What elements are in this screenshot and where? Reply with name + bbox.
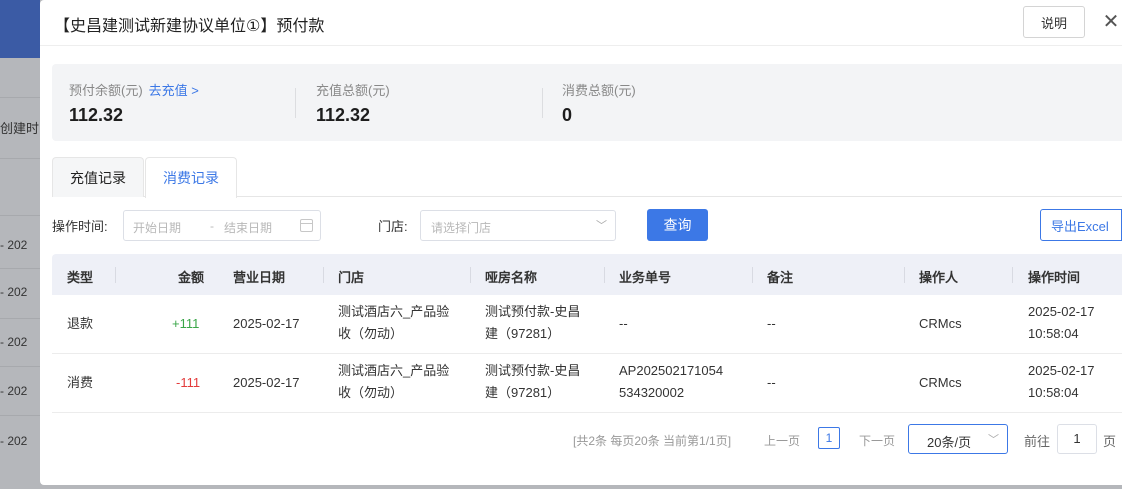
goto-page-input[interactable]: 1 xyxy=(1057,424,1097,454)
export-excel-button[interactable]: 导出Excel xyxy=(1040,209,1122,241)
end-date-input[interactable]: 结束日期 xyxy=(224,219,272,236)
cell-operation-time: 2025-02-17 10:58:04 xyxy=(1028,304,1095,341)
column-header-type: 类型 xyxy=(67,270,94,285)
prev-page-button[interactable]: 上一页 xyxy=(764,432,800,449)
store-select-placeholder: 请选择门店 xyxy=(431,221,492,235)
background-divider xyxy=(0,158,40,159)
column-header-operator: 操作人 xyxy=(919,270,959,285)
cell-business-date: 2025-02-17 xyxy=(233,316,300,331)
cell-store: 测试酒店六_产品验 收（勿动） xyxy=(338,363,450,400)
cell-operator: CRMcs xyxy=(919,375,962,390)
background-row: - 202 xyxy=(0,335,28,349)
close-icon[interactable]: ✕ xyxy=(1100,9,1122,35)
record-tabs: 充值记录 消费记录 xyxy=(52,157,1122,198)
column-separator xyxy=(752,267,753,283)
recharge-link[interactable]: 去充值 > xyxy=(149,83,199,98)
balance-label: 预付余额(元) xyxy=(69,83,143,98)
table-row: 消费 -111 2025-02-17 测试酒店六_产品验 收（勿动） 测试预付款-… xyxy=(52,354,1122,413)
consume-total-value: 0 xyxy=(562,105,573,125)
background-divider xyxy=(0,268,40,269)
next-page-button[interactable]: 下一页 xyxy=(859,432,895,449)
dialog-header: 【史昌建测试新建协议单位①】预付款 说明 ✕ xyxy=(40,0,1122,46)
column-header-operation-time: 操作时间 xyxy=(1028,270,1081,285)
column-separator xyxy=(904,267,905,283)
column-separator xyxy=(604,267,605,283)
column-header-store: 门店 xyxy=(338,270,365,285)
pagination: [共2条 每页20条 当前第1/1页] 上一页 1 下一页 20条/页 ﹀ 前往… xyxy=(52,424,1122,456)
cell-operation-time: 2025-02-17 10:58:04 xyxy=(1028,363,1095,400)
goto-label: 前往 xyxy=(1024,434,1051,449)
column-separator xyxy=(1012,267,1013,283)
background-row: - 202 xyxy=(0,285,28,299)
cell-operator: CRMcs xyxy=(919,316,962,331)
recharge-total-value: 112.32 xyxy=(316,105,371,125)
cell-type: 消费 xyxy=(67,375,94,390)
cell-type: 退款 xyxy=(67,316,94,331)
recharge-total-item: 充值总额(元) 112.32 xyxy=(316,80,390,126)
balance-summary: 预付余额(元) 去充值 > 112.32 充值总额(元) 112.32 消费总额(… xyxy=(52,64,1122,141)
column-header-order-no: 业务单号 xyxy=(619,270,672,285)
column-header-remark: 备注 xyxy=(767,270,794,285)
background-divider xyxy=(0,318,40,319)
cell-business-date: 2025-02-17 xyxy=(233,375,300,390)
start-date-input[interactable]: 开始日期 xyxy=(133,219,181,236)
table-header: 类型 金额 营业日期 门店 哑房名称 业务单号 备注 操作人 操作时间 xyxy=(52,254,1122,295)
recharge-total-label: 充值总额(元) xyxy=(316,83,390,98)
background-divider xyxy=(0,97,40,98)
cell-room-name: 测试预付款-史昌 建（97281） xyxy=(485,304,581,341)
tab-recharge-records[interactable]: 充值记录 xyxy=(52,157,144,197)
chevron-down-icon: ﹀ xyxy=(988,434,999,446)
pagination-summary: [共2条 每页20条 当前第1/1页] xyxy=(573,434,732,448)
cell-remark: -- xyxy=(767,375,776,390)
column-separator xyxy=(470,267,471,283)
background-row: - 202 xyxy=(0,238,28,252)
goto-unit-label: 页 xyxy=(1103,434,1117,449)
cell-store: 测试酒店六_产品验 收（勿动） xyxy=(338,304,450,341)
column-separator xyxy=(323,267,324,283)
page-number-button[interactable]: 1 xyxy=(818,427,840,449)
store-label: 门店: xyxy=(378,219,408,234)
summary-divider xyxy=(542,88,543,118)
column-header-room-name: 哑房名称 xyxy=(485,270,538,285)
store-select[interactable]: 请选择门店 ﹀ xyxy=(420,210,616,241)
chevron-down-icon: ﹀ xyxy=(596,220,607,232)
cell-order-no: -- xyxy=(619,316,628,331)
background-column-label: 创建时 xyxy=(0,121,40,136)
dialog-title: 【史昌建测试新建协议单位①】预付款 xyxy=(54,18,325,35)
background-divider xyxy=(0,366,40,367)
balance-summary-item: 预付余额(元) 去充值 > 112.32 xyxy=(69,80,199,126)
page-size-select[interactable]: 20条/页 ﹀ xyxy=(908,424,1008,454)
cell-order-no: AP202502171054 534320002 xyxy=(619,363,724,400)
cell-remark: -- xyxy=(767,316,776,331)
column-header-amount: 金额 xyxy=(178,270,205,285)
balance-value: 112.32 xyxy=(69,105,124,125)
background-divider xyxy=(0,215,40,216)
query-button[interactable]: 查询 xyxy=(647,209,708,241)
background-row: - 202 xyxy=(0,384,28,398)
range-separator: - xyxy=(210,219,214,233)
consume-total-label: 消费总额(元) xyxy=(562,83,636,98)
background-topbar xyxy=(0,0,40,58)
filter-bar: 操作时间: 开始日期 - 结束日期 门店: 请选择门店 ﹀ 查询 导出Excel xyxy=(52,208,1122,242)
calendar-icon xyxy=(300,219,313,232)
summary-divider xyxy=(295,88,296,118)
column-header-business-date: 营业日期 xyxy=(233,270,286,285)
page-size-value: 20条/页 xyxy=(927,435,972,450)
help-button[interactable]: 说明 xyxy=(1023,6,1085,38)
prepaid-dialog: 【史昌建测试新建协议单位①】预付款 说明 ✕ 预付余额(元) 去充值 > 112.… xyxy=(40,0,1122,485)
column-separator xyxy=(115,267,116,283)
operation-time-label: 操作时间: xyxy=(52,219,108,234)
background-divider xyxy=(0,415,40,416)
cell-amount: +111 xyxy=(172,316,200,331)
background-row: - 202 xyxy=(0,434,28,448)
cell-room-name: 测试预付款-史昌 建（97281） xyxy=(485,363,581,400)
cell-amount: -111 xyxy=(176,375,201,390)
records-table: 类型 金额 营业日期 门店 哑房名称 业务单号 备注 操作人 操作时间 退款 +… xyxy=(52,254,1122,413)
consume-total-item: 消费总额(元) 0 xyxy=(562,80,636,126)
date-range-picker[interactable]: 开始日期 - 结束日期 xyxy=(123,210,321,241)
table-row: 退款 +111 2025-02-17 测试酒店六_产品验 收（勿动） 测试预付款-… xyxy=(52,295,1122,354)
tab-consume-records[interactable]: 消费记录 xyxy=(145,157,237,198)
